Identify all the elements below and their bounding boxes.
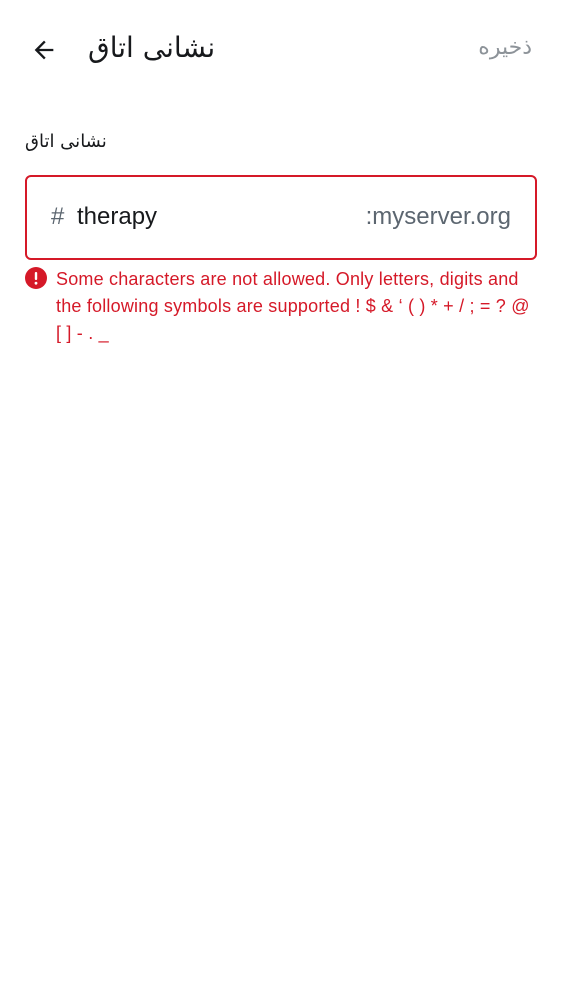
room-address-label: نشانی اتاق (25, 131, 107, 152)
room-address-field[interactable]: # :myserver.org (25, 175, 537, 260)
top-app-bar: نشانی اتاق ذخیره (0, 0, 562, 100)
error-message: Some characters are not allowed. Only le… (56, 269, 530, 343)
room-address-input[interactable] (77, 197, 317, 237)
arrow-left-icon (34, 40, 54, 60)
save-button[interactable]: ذخیره (478, 30, 532, 66)
page-title: نشانی اتاق (88, 31, 216, 64)
back-button[interactable] (24, 30, 64, 70)
error-icon (25, 267, 47, 289)
hash-prefix: # (51, 203, 65, 230)
server-suffix: :myserver.org (365, 203, 511, 230)
